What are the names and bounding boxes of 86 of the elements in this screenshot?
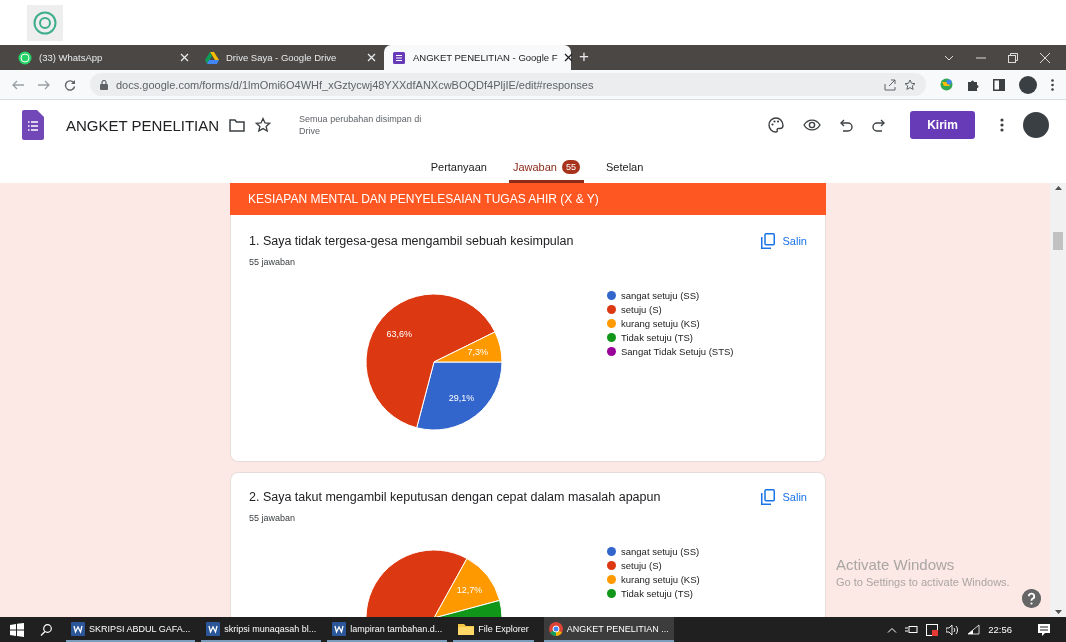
taskbar-app[interactable]: skripsi munaqasah bl... xyxy=(201,617,322,642)
browser-icon xyxy=(548,621,563,636)
redo-icon[interactable] xyxy=(872,118,885,132)
legend-dot xyxy=(607,319,616,328)
scroll-up-icon[interactable] xyxy=(1054,186,1062,190)
activation-title: Activate Windows xyxy=(836,556,956,573)
extension-globe-icon[interactable] xyxy=(940,78,953,91)
clock[interactable]: 22:56 xyxy=(988,624,1012,635)
windows-start-icon[interactable] xyxy=(10,622,24,637)
star-icon[interactable] xyxy=(255,117,272,133)
document-icon xyxy=(71,621,85,636)
star-icon[interactable] xyxy=(904,78,916,91)
response-count: 55 jawaban xyxy=(249,257,297,267)
legend-dot xyxy=(607,347,616,356)
search-icon[interactable] xyxy=(40,623,52,636)
copy-button[interactable]: Salin xyxy=(760,489,807,505)
more-icon[interactable] xyxy=(1051,78,1054,91)
question-title: 2. Saya takut mengambil keputusan dengan cepat dalam masalah apapun xyxy=(249,490,662,504)
notification-icon[interactable] xyxy=(1038,623,1050,636)
slice-label: 63,6% xyxy=(386,328,412,339)
reload-icon[interactable] xyxy=(64,78,76,91)
drive-icon xyxy=(205,50,219,65)
legend-label: Tidak setuju (TS) xyxy=(621,588,693,599)
send-button[interactable]: Kirim xyxy=(910,111,975,139)
copy-icon xyxy=(760,233,775,249)
legend-label: setuju (S) xyxy=(621,560,662,571)
legend-label: Sangat Tidak Setuju (STS) xyxy=(621,346,734,357)
save-status: Semua perubahan disimpan di Drive xyxy=(299,112,423,138)
taskbar-app[interactable]: File Explorer xyxy=(453,617,534,642)
legend-dot xyxy=(607,291,616,300)
chevron-down-icon[interactable] xyxy=(944,55,954,61)
legend-label: kurang setuju (KS) xyxy=(621,318,700,329)
legend-label: Tidak setuju (TS) xyxy=(621,332,693,343)
close-icon[interactable] xyxy=(564,53,574,62)
folder-icon xyxy=(458,621,475,636)
form-icon[interactable] xyxy=(22,110,44,140)
taskbar-app[interactable]: SKRIPSI ABDUL GAFA... xyxy=(66,617,196,642)
form-tab[interactable]: Pertanyaan xyxy=(426,150,491,183)
palette-icon[interactable] xyxy=(768,117,784,133)
wifi-icon[interactable] xyxy=(967,624,981,635)
document-icon xyxy=(332,621,347,636)
battery-plug-icon[interactable] xyxy=(905,625,919,634)
copy-icon xyxy=(760,489,775,505)
legend-label: setuju (S) xyxy=(621,304,662,315)
form-icon xyxy=(392,50,406,65)
scrollbar[interactable] xyxy=(1050,183,1066,617)
legend-dot xyxy=(607,333,616,342)
browser-tab[interactable]: Drive Saya - Google Drive xyxy=(197,45,384,70)
eye-icon[interactable] xyxy=(803,119,821,131)
puzzle-icon[interactable] xyxy=(967,78,979,91)
undo-icon[interactable] xyxy=(840,118,853,132)
slice-label: 7,3% xyxy=(467,346,489,357)
legend-dot xyxy=(607,305,616,314)
copy-button[interactable]: Salin xyxy=(760,233,807,249)
response-count: 55 jawaban xyxy=(249,513,297,523)
more-icon[interactable] xyxy=(1000,118,1004,132)
chevron-up-icon[interactable] xyxy=(887,626,898,633)
restore-icon[interactable] xyxy=(1008,53,1018,63)
document-icon xyxy=(206,621,221,636)
profile-avatar[interactable] xyxy=(1023,112,1049,138)
taskbar-app[interactable]: ANGKET PENELITIAN ... xyxy=(543,617,674,642)
side-panel-icon[interactable] xyxy=(993,78,1005,91)
legend-label: sangat setuju (SS) xyxy=(621,290,700,301)
section-header: KESIAPAN MENTAL DAN PENYELESAIAN TUGAS AHIR (X & Y) xyxy=(230,183,826,215)
form-title[interactable]: ANGKET PENELITIAN xyxy=(66,116,220,134)
profile-avatar[interactable] xyxy=(1019,75,1037,94)
response-count-badge: 55 xyxy=(562,159,580,174)
lock-icon xyxy=(100,79,108,90)
taskbar-app[interactable]: lampiran tambahan.d... xyxy=(327,617,448,642)
speaker-icon[interactable] xyxy=(946,624,960,635)
scroll-down-icon[interactable] xyxy=(1054,610,1062,614)
activation-message: Go to Settings to activate Windows. xyxy=(836,576,1010,588)
form-tab[interactable]: Setelan xyxy=(602,150,648,183)
whatsapp-icon xyxy=(18,50,32,65)
scrollbar-thumb[interactable] xyxy=(1053,232,1063,250)
browser-tab[interactable]: ANGKET PENELITIAN - Google F xyxy=(384,45,571,70)
share-icon[interactable] xyxy=(884,78,896,91)
legend-label: sangat setuju (SS) xyxy=(621,546,700,557)
slice-label: 12,7% xyxy=(456,585,483,596)
slice-label: 29,1% xyxy=(448,392,475,403)
question-title: 1. Saya tidak tergesa-gesa mengambil sebuah kesimpulan xyxy=(249,234,575,248)
folder-icon[interactable] xyxy=(229,118,246,132)
new-tab-button[interactable]: + xyxy=(571,47,597,70)
browser-tab[interactable]: (33) WhatsApp xyxy=(10,45,197,70)
app-logo-icon xyxy=(27,4,63,41)
legend-label: kurang setuju (KS) xyxy=(621,574,700,585)
